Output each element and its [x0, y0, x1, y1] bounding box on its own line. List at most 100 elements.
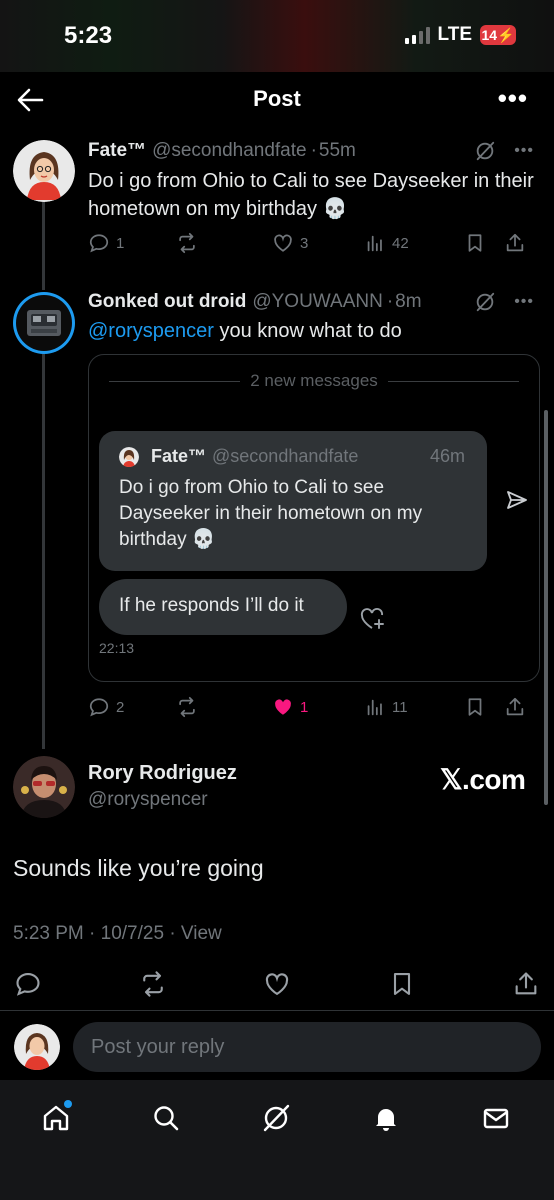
reply-icon	[89, 698, 109, 717]
fate-avatar-image	[119, 447, 139, 467]
views-count: 11	[392, 698, 408, 716]
repost-button[interactable]	[176, 232, 272, 254]
heart-icon	[274, 234, 292, 252]
reply-button[interactable]: 2	[88, 696, 176, 718]
share-icon	[506, 697, 524, 716]
grok-icon	[263, 1104, 290, 1132]
views-icon	[367, 699, 382, 716]
author-name[interactable]: Fate™	[88, 140, 146, 162]
share-button[interactable]	[504, 232, 526, 254]
avatar	[119, 447, 139, 467]
status-time: 5:23	[64, 22, 113, 49]
add-reaction-icon[interactable]	[359, 605, 387, 633]
status-indicators: LTE 14 ⚡	[404, 24, 516, 46]
new-messages-label: 2 new messages	[250, 371, 378, 390]
separator-dot: ·	[310, 140, 317, 161]
author-name[interactable]: Rory Rodriguez	[88, 762, 237, 785]
avatar[interactable]	[13, 756, 75, 818]
divider	[0, 1010, 554, 1011]
envelope-icon	[483, 1108, 509, 1129]
repost-button[interactable]	[176, 696, 272, 718]
views-button[interactable]: 11	[364, 696, 464, 718]
post-meta[interactable]: 5:23 PM · 10/7/25 · View	[13, 923, 222, 945]
x-logo: 𝕏.com	[440, 764, 526, 795]
like-count: 1	[300, 698, 309, 716]
heart-filled-icon	[275, 699, 291, 715]
post-header-icons: •••	[474, 140, 534, 162]
shared-post-header: Fate™ @secondhandfate 46m	[151, 446, 465, 467]
page-title: Post	[253, 86, 301, 111]
author-name: Fate™	[151, 446, 207, 466]
status-bar: 5:23 LTE 14 ⚡	[0, 0, 554, 72]
share-icon	[506, 233, 524, 252]
divider-rule	[387, 380, 520, 382]
scrollbar[interactable]	[544, 410, 548, 805]
battery-level: 14	[481, 27, 498, 43]
divider-rule	[109, 380, 241, 382]
like-button[interactable]: 3	[272, 232, 364, 254]
post-time: 55m	[318, 140, 356, 161]
shared-post-bubble[interactable]: Fate™ @secondhandfate 46m Do i go from O…	[99, 431, 487, 571]
views-button[interactable]: 42	[364, 232, 464, 254]
reply-count: 1	[116, 234, 125, 252]
author-handle[interactable]: @secondhandfate	[152, 140, 307, 162]
share-icon[interactable]	[512, 970, 540, 998]
author-handle[interactable]: @YOUWAANN	[252, 291, 382, 313]
tab-grok[interactable]	[256, 1098, 296, 1138]
post-time: 46m	[429, 446, 465, 466]
bookmark-icon	[468, 698, 482, 716]
post-text-body: you know what to do	[213, 320, 402, 342]
mention-link[interactable]: @roryspencer	[88, 320, 214, 342]
tab-notifications[interactable]	[366, 1098, 406, 1138]
dm-screenshot-card[interactable]: 2 new messages Fate™ @secondhandfate 46m…	[88, 354, 540, 682]
post-header: Post •••	[0, 72, 554, 130]
separator-dot: ·	[386, 291, 394, 312]
reply-icon	[89, 234, 109, 253]
rory-avatar-image	[13, 756, 75, 818]
avatar	[14, 1024, 60, 1070]
post-header-icons: •••	[474, 291, 534, 313]
bookmark-button[interactable]	[464, 696, 504, 718]
tab-search[interactable]	[146, 1098, 186, 1138]
share-button[interactable]	[504, 696, 526, 718]
tab-home[interactable]	[36, 1098, 76, 1138]
like-count: 3	[300, 234, 309, 252]
grok-icon[interactable]	[474, 291, 496, 313]
like-button[interactable]: 1	[272, 696, 364, 718]
shared-post-text: Do i go from Ohio to Cali to see Dayseek…	[119, 477, 423, 550]
bottom-tab-bar	[0, 1080, 554, 1200]
post-time: 8m	[395, 291, 422, 312]
battery-icon: 14 ⚡	[480, 25, 516, 45]
message-timestamp: 22:13	[99, 640, 135, 656]
post-header-row: Fate™ @secondhandfate · 55m •••	[88, 138, 534, 164]
post[interactable]: Fate™ @secondhandfate · 55m ••• Do i go …	[0, 138, 554, 268]
bookmark-icon[interactable]	[388, 970, 416, 998]
author-handle[interactable]: @roryspencer	[88, 789, 208, 811]
reply-count: 2	[116, 698, 125, 716]
signal-icon	[404, 26, 430, 44]
author-name[interactable]: Gonked out droid	[88, 291, 246, 313]
post-more-button[interactable]: •••	[514, 293, 534, 311]
repost-icon	[179, 232, 195, 254]
views-count: 42	[392, 234, 409, 252]
reply-button[interactable]: 1	[88, 232, 176, 254]
reply-icon[interactable]	[14, 970, 42, 998]
send-icon[interactable]	[505, 488, 529, 512]
notification-dot	[64, 1100, 72, 1108]
bookmark-icon	[468, 234, 482, 252]
new-messages-divider: 2 new messages	[109, 371, 520, 391]
heart-icon[interactable]	[263, 970, 291, 998]
tab-messages[interactable]	[476, 1098, 516, 1138]
post-more-button[interactable]: •••	[514, 142, 534, 160]
reply-input[interactable]	[73, 1022, 541, 1072]
bell-icon	[376, 1109, 396, 1131]
message-bubble: If he responds I’ll do it	[99, 579, 347, 635]
more-options-button[interactable]: •••	[498, 85, 528, 111]
grok-icon[interactable]	[474, 140, 496, 162]
post-actions: 1 3 42	[88, 230, 540, 256]
post-header-row: Gonked out droid @YOUWAANN · 8m •••	[88, 289, 534, 315]
bookmark-button[interactable]	[464, 232, 504, 254]
views-icon	[367, 235, 382, 252]
search-icon	[154, 1106, 179, 1131]
repost-icon[interactable]	[139, 970, 167, 998]
